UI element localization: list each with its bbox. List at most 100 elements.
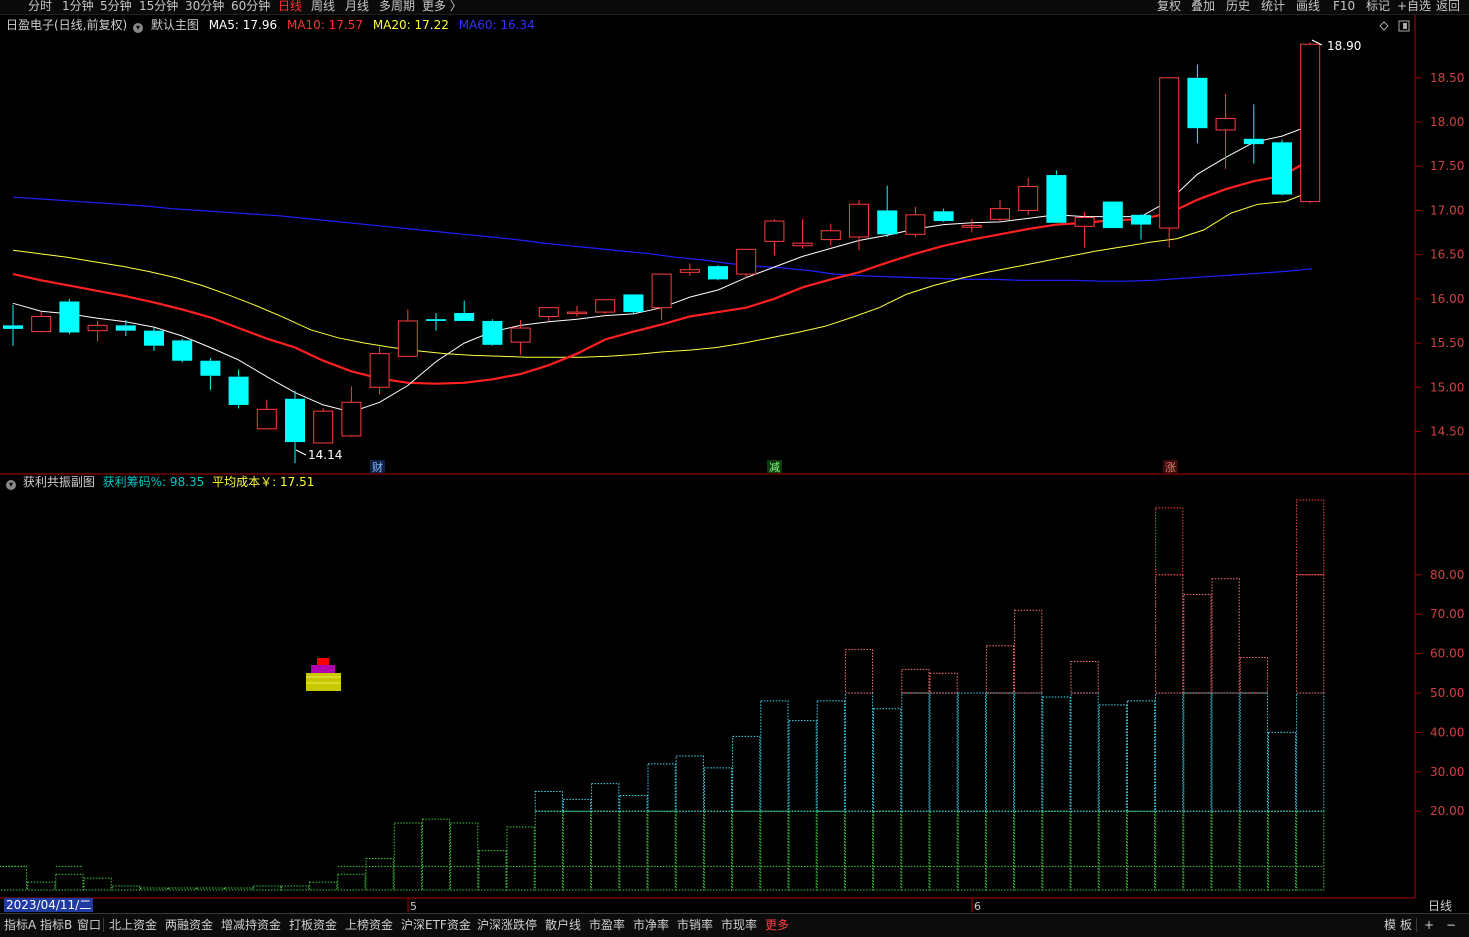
tab-indicator-b[interactable]: 指标B: [40, 917, 72, 933]
candle-body: [256, 408, 277, 430]
candle-body: [1159, 77, 1180, 229]
profit-bars: [0, 499, 1325, 891]
profit-bar: [534, 791, 563, 891]
candle: [1102, 201, 1123, 229]
candle-body: [1018, 186, 1039, 211]
template-name[interactable]: 默认主图: [151, 18, 199, 32]
candle-body: [426, 319, 446, 321]
profit-bar-segment: [0, 865, 28, 891]
event-markers[interactable]: 财 减 涨: [370, 460, 1178, 474]
period-corner-label[interactable]: 日线: [1428, 899, 1452, 913]
profit-bar: [703, 767, 733, 891]
price-tick-label: 15.50: [1430, 336, 1464, 350]
profit-bar-segment: [703, 810, 733, 891]
candle: [792, 219, 813, 249]
candle-body: [482, 320, 503, 345]
tab-pe[interactable]: 市盈率: [589, 917, 625, 933]
profit-bar-segment: [1014, 692, 1043, 812]
profit-bar-segment: [647, 810, 676, 891]
candle: [397, 309, 418, 357]
profit-bar: [1070, 660, 1099, 891]
tab-more[interactable]: 更多: [765, 917, 789, 933]
tab-window[interactable]: 窗口: [77, 917, 101, 933]
profit-bar-segment: [985, 692, 1015, 812]
profit-bar-segment: [562, 810, 592, 891]
candle: [256, 399, 277, 430]
tab-margin[interactable]: 两融资金: [165, 917, 213, 933]
profit-bar-segment: [1267, 731, 1297, 812]
candle: [426, 312, 446, 331]
board-button[interactable]: 板: [1400, 917, 1412, 933]
profit-bar: [196, 887, 225, 891]
profit-bar-segment: [1155, 810, 1184, 891]
x-axis-months: 5 6: [407, 898, 981, 913]
profit-bar: [1239, 657, 1268, 891]
candle: [482, 319, 503, 346]
stock-title[interactable]: 日盈电子(日线,前复权): [6, 18, 127, 32]
profit-tick-label: 70.00: [1430, 607, 1464, 621]
profit-bar-segment: [393, 822, 422, 891]
dropdown-icon[interactable]: ▾: [133, 23, 144, 33]
zoom-out-button[interactable]: −: [1446, 917, 1456, 933]
candle: [1300, 42, 1321, 204]
profit-bar-segment: [1070, 692, 1099, 812]
tab-etf-funds[interactable]: 沪深ETF资金: [401, 917, 471, 933]
profit-bar: [591, 783, 620, 891]
price-tick-label: 15.00: [1430, 380, 1464, 394]
profit-chips-label: 获利筹码%: 98.35: [102, 475, 205, 489]
profit-bar: [788, 720, 817, 891]
candle: [567, 305, 587, 317]
ma10-label: MA10: 17.57: [286, 18, 363, 32]
tab-limit-up-down[interactable]: 沪深涨跌停: [477, 917, 537, 933]
kline-chart[interactable]: 14.50 15.00 15.50 16.00 16.50 17.00 17.50 18.00…: [0, 0, 1469, 913]
tab-limit-board[interactable]: 打板资金: [289, 917, 337, 933]
profit-bar: [139, 887, 169, 891]
candle: [651, 273, 672, 321]
tab-pcf[interactable]: 市现率: [721, 917, 757, 933]
chart-corner-icons[interactable]: [1379, 20, 1410, 32]
candle: [31, 312, 52, 333]
tab-holdings-change[interactable]: 增减持资金: [221, 917, 281, 933]
candle-body: [1215, 117, 1236, 131]
diamond-icon[interactable]: [1379, 21, 1389, 31]
profit-bar-segment: [929, 672, 958, 694]
candle-body: [313, 410, 334, 444]
tab-billboard[interactable]: 上榜资金: [345, 917, 393, 933]
candle: [369, 346, 390, 395]
profit-bar-segment: [1014, 810, 1043, 891]
candle-body: [397, 320, 418, 357]
month-marker-6: 6: [974, 900, 981, 913]
candle-body: [172, 340, 193, 361]
tab-retail-line[interactable]: 散户线: [545, 917, 581, 933]
candle: [877, 185, 898, 237]
tab-ps[interactable]: 市销率: [677, 917, 713, 933]
profit-bar-segment: [647, 763, 676, 812]
profit-bar-segment: [478, 850, 507, 891]
candle: [115, 320, 136, 336]
profit-bar: [450, 822, 479, 891]
profit-bar-segment: [27, 881, 56, 891]
candle-body: [144, 330, 164, 346]
profit-bar-segment: [1296, 692, 1325, 812]
zoom-in-button[interactable]: +: [1424, 917, 1434, 933]
tab-northbound[interactable]: 北上资金: [109, 917, 157, 933]
candle: [905, 206, 926, 237]
candle-body: [764, 220, 785, 242]
dropdown-icon[interactable]: ▾: [6, 480, 16, 490]
candle: [454, 300, 475, 321]
price-tick-label: 18.00: [1430, 115, 1464, 129]
tab-pb[interactable]: 市净率: [633, 917, 669, 933]
profit-bar-segment: [1211, 578, 1240, 694]
template-button[interactable]: 模: [1384, 917, 1396, 933]
candle: [764, 219, 785, 256]
profit-bar: [929, 672, 958, 891]
candle: [679, 263, 700, 276]
profit-bar-segment: [1296, 499, 1325, 576]
profit-bar-segment: [732, 810, 761, 891]
profit-bar-segment: [901, 692, 930, 812]
profit-bar: [224, 887, 253, 891]
candle: [538, 307, 559, 321]
profit-bar-segment: [1239, 657, 1268, 694]
sub-indicator-title[interactable]: 获利共振副图: [23, 475, 95, 489]
tab-indicator-a[interactable]: 指标A: [4, 917, 36, 933]
